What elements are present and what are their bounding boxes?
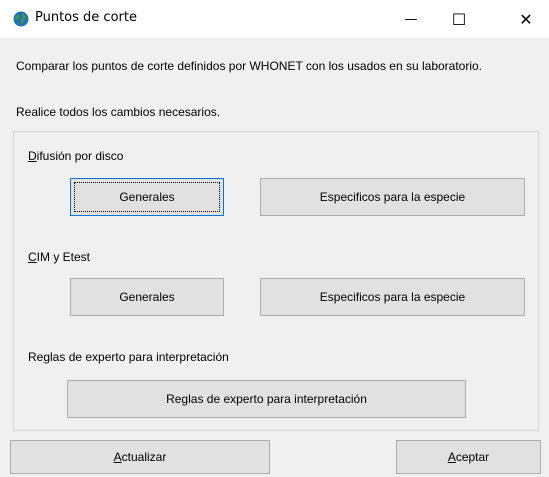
maximize-icon: ☐ [451, 9, 467, 29]
update-mnemonic: A [113, 450, 122, 464]
disk-general-button-label: Generales [119, 190, 175, 204]
accept-mnemonic: A [447, 450, 456, 464]
expert-rules-button[interactable]: Reglas de experto para interpretación [67, 380, 466, 418]
maximize-button[interactable]: ☐ [436, 0, 482, 38]
disk-diffusion-label-text: ifusión por disco [36, 149, 124, 163]
disk-diffusion-label: Difusión por disco [28, 149, 123, 163]
accept-button-label: Aceptar [448, 450, 489, 464]
expert-rules-button-label: Reglas de experto para interpretación [166, 392, 367, 406]
accept-label-text: ceptar [455, 450, 490, 464]
intro-text: Comparar los puntos de corte definidos p… [16, 59, 483, 73]
title-bar[interactable]: Puntos de corte — ☐ ✕ [0, 0, 549, 38]
minimize-icon: — [404, 11, 418, 27]
update-button-label: Actualizar [114, 450, 167, 464]
close-icon: ✕ [519, 9, 533, 29]
expert-rules-label: Reglas de experto para interpretación [28, 350, 229, 364]
globe-icon [13, 11, 29, 27]
update-button[interactable]: Actualizar [10, 440, 270, 474]
mic-species-button[interactable]: Especificos para la especie [260, 278, 525, 316]
close-button[interactable]: ✕ [503, 0, 549, 38]
mic-general-button[interactable]: Generales [70, 278, 224, 316]
disk-species-button[interactable]: Especificos para la especie [260, 178, 525, 216]
disk-diffusion-mnemonic: D [28, 149, 37, 163]
instruction-text: Realice todos los cambios necesarios. [16, 105, 221, 119]
disk-general-button[interactable]: Generales [70, 178, 224, 216]
mic-etest-mnemonic: C [28, 250, 37, 264]
mic-species-button-label: Especificos para la especie [319, 290, 466, 304]
dialog-window: Puntos de corte — ☐ ✕ Comparar los punto… [0, 0, 549, 477]
mic-general-button-label: Generales [119, 290, 175, 304]
mic-etest-label: CIM y Etest [28, 250, 90, 264]
accept-button[interactable]: Aceptar [396, 440, 541, 474]
mic-etest-label-text: IM y Etest [36, 250, 91, 264]
disk-species-button-label: Especificos para la especie [319, 190, 466, 204]
minimize-button[interactable]: — [388, 0, 434, 38]
window-title: Puntos de corte [35, 10, 137, 25]
update-label-text: ctualizar [121, 450, 167, 464]
